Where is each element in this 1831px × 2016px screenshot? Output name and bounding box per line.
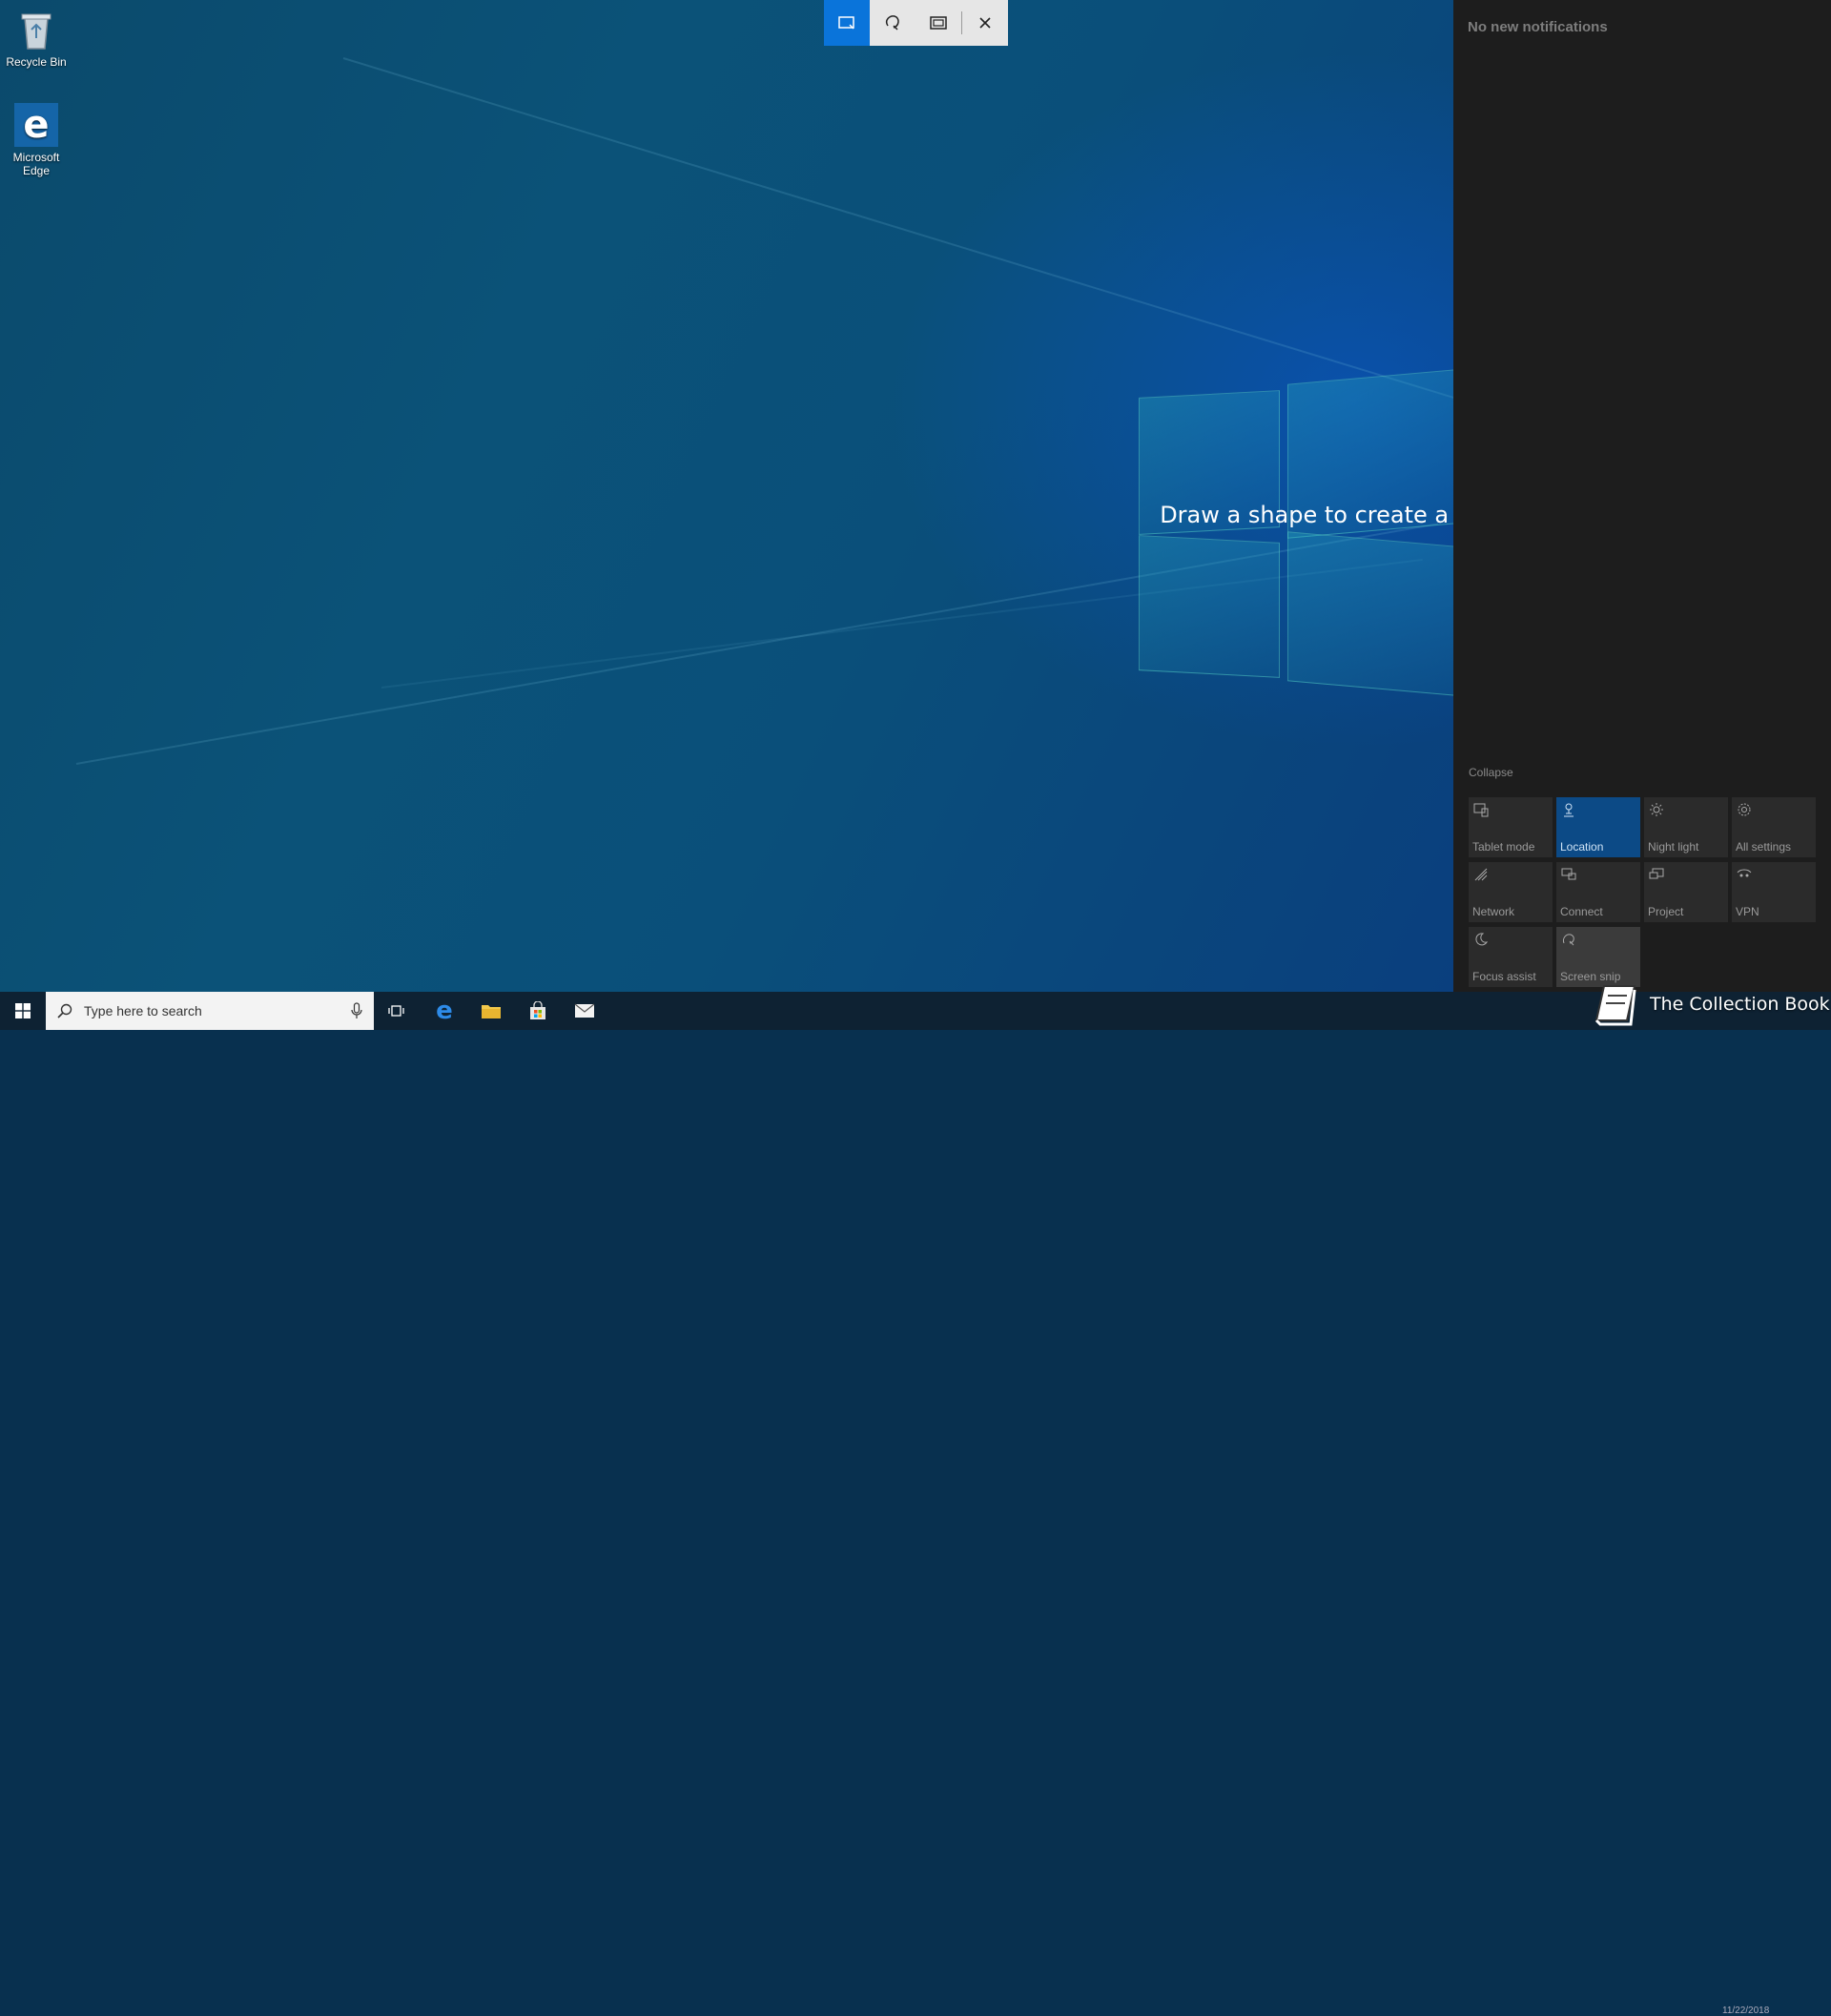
focus-assist-icon [1475, 933, 1489, 946]
desktop-icon-edge[interactable]: e Microsoft Edge [0, 103, 72, 177]
rectangle-snip-button[interactable] [824, 0, 870, 46]
windows-start-icon [15, 1003, 31, 1018]
quick-action-connect[interactable]: Connect [1556, 862, 1640, 922]
tray-date: 11/22/2018 [1722, 2006, 1770, 2016]
book-logo-icon [1594, 985, 1636, 1026]
tablet-mode-icon [1473, 803, 1489, 817]
tile-label: Night light [1648, 840, 1699, 854]
quick-action-focus-assist[interactable]: Focus assist [1469, 927, 1553, 987]
tile-label: Focus assist [1472, 970, 1536, 983]
notifications-empty-text: No new notifications [1468, 19, 1608, 35]
rectangle-snip-icon [838, 16, 854, 30]
watermark: The Collection Book [1591, 982, 1830, 1026]
tile-label: Tablet mode [1472, 840, 1535, 854]
location-icon [1564, 803, 1574, 817]
desktop[interactable]: Recycle Bin e Microsoft Edge [0, 0, 1453, 992]
network-icon [1474, 868, 1488, 881]
collapse-link[interactable]: Collapse [1469, 766, 1513, 779]
edge-icon: e [14, 103, 58, 147]
store-icon [530, 1001, 545, 1019]
tile-label: Network [1472, 905, 1515, 918]
quick-action-location[interactable]: Location [1556, 797, 1640, 857]
edge-icon: e [436, 997, 453, 1025]
vpn-icon [1737, 869, 1752, 877]
watermark-text: The Collection Book [1650, 994, 1830, 1015]
taskbar-store-button[interactable] [515, 992, 561, 1030]
connect-icon [1561, 868, 1576, 880]
freeform-snip-button[interactable] [870, 0, 916, 46]
taskbar-file-explorer-button[interactable] [468, 992, 514, 1030]
desktop-icon-label: Microsoft Edge [12, 151, 60, 177]
night-light-icon [1650, 803, 1663, 816]
snip-toolbar [824, 0, 1008, 46]
quick-action-screen-snip[interactable]: Screen snip [1556, 927, 1640, 987]
start-button[interactable] [0, 992, 46, 1030]
taskbar: Type here to search e 11/22/2018 [0, 992, 1831, 2016]
quick-action-network[interactable]: Network [1469, 862, 1553, 922]
wallpaper-logo-pane [1287, 531, 1453, 696]
taskbar-mail-button[interactable] [562, 992, 607, 1030]
quick-action-vpn[interactable]: VPN [1732, 862, 1816, 922]
microphone-icon [351, 1002, 362, 1018]
quick-action-all-settings[interactable]: All settings [1732, 797, 1816, 857]
fullscreen-snip-button[interactable] [916, 0, 961, 46]
search-placeholder: Type here to search [84, 1003, 202, 1018]
desktop-icon-label: Recycle Bin [6, 55, 67, 69]
freeform-snip-icon [885, 15, 899, 31]
task-view-button[interactable] [374, 992, 420, 1030]
task-view-icon [388, 1005, 404, 1017]
search-icon [57, 1003, 72, 1018]
screen-snip-icon [1563, 934, 1574, 946]
action-center: No new notifications Collapse Tablet mod… [1453, 0, 1831, 992]
tile-label: Connect [1560, 905, 1603, 918]
close-icon [979, 17, 991, 29]
gear-icon [1738, 803, 1751, 816]
tile-label: Location [1560, 840, 1604, 854]
file-explorer-icon [482, 1005, 501, 1018]
tile-label: VPN [1736, 905, 1759, 918]
wallpaper-light-beam [342, 57, 1453, 422]
project-icon [1649, 868, 1664, 879]
quick-action-night-light[interactable]: Night light [1644, 797, 1728, 857]
fullscreen-snip-icon [930, 16, 947, 30]
recycle-bin-icon [14, 8, 58, 51]
tile-label: Project [1648, 905, 1684, 918]
tile-label: All settings [1736, 840, 1792, 854]
desktop-icon-recycle-bin[interactable]: Recycle Bin [0, 8, 72, 69]
mail-icon [574, 1003, 595, 1018]
quick-action-tablet-mode[interactable]: Tablet mode [1469, 797, 1553, 857]
tile-label: Screen snip [1560, 970, 1621, 983]
taskbar-search-box[interactable]: Type here to search [46, 992, 374, 1030]
wallpaper-logo-pane [1139, 535, 1280, 678]
quick-action-project[interactable]: Project [1644, 862, 1728, 922]
close-snip-button[interactable] [962, 0, 1008, 46]
taskbar-edge-button[interactable]: e [422, 992, 467, 1030]
